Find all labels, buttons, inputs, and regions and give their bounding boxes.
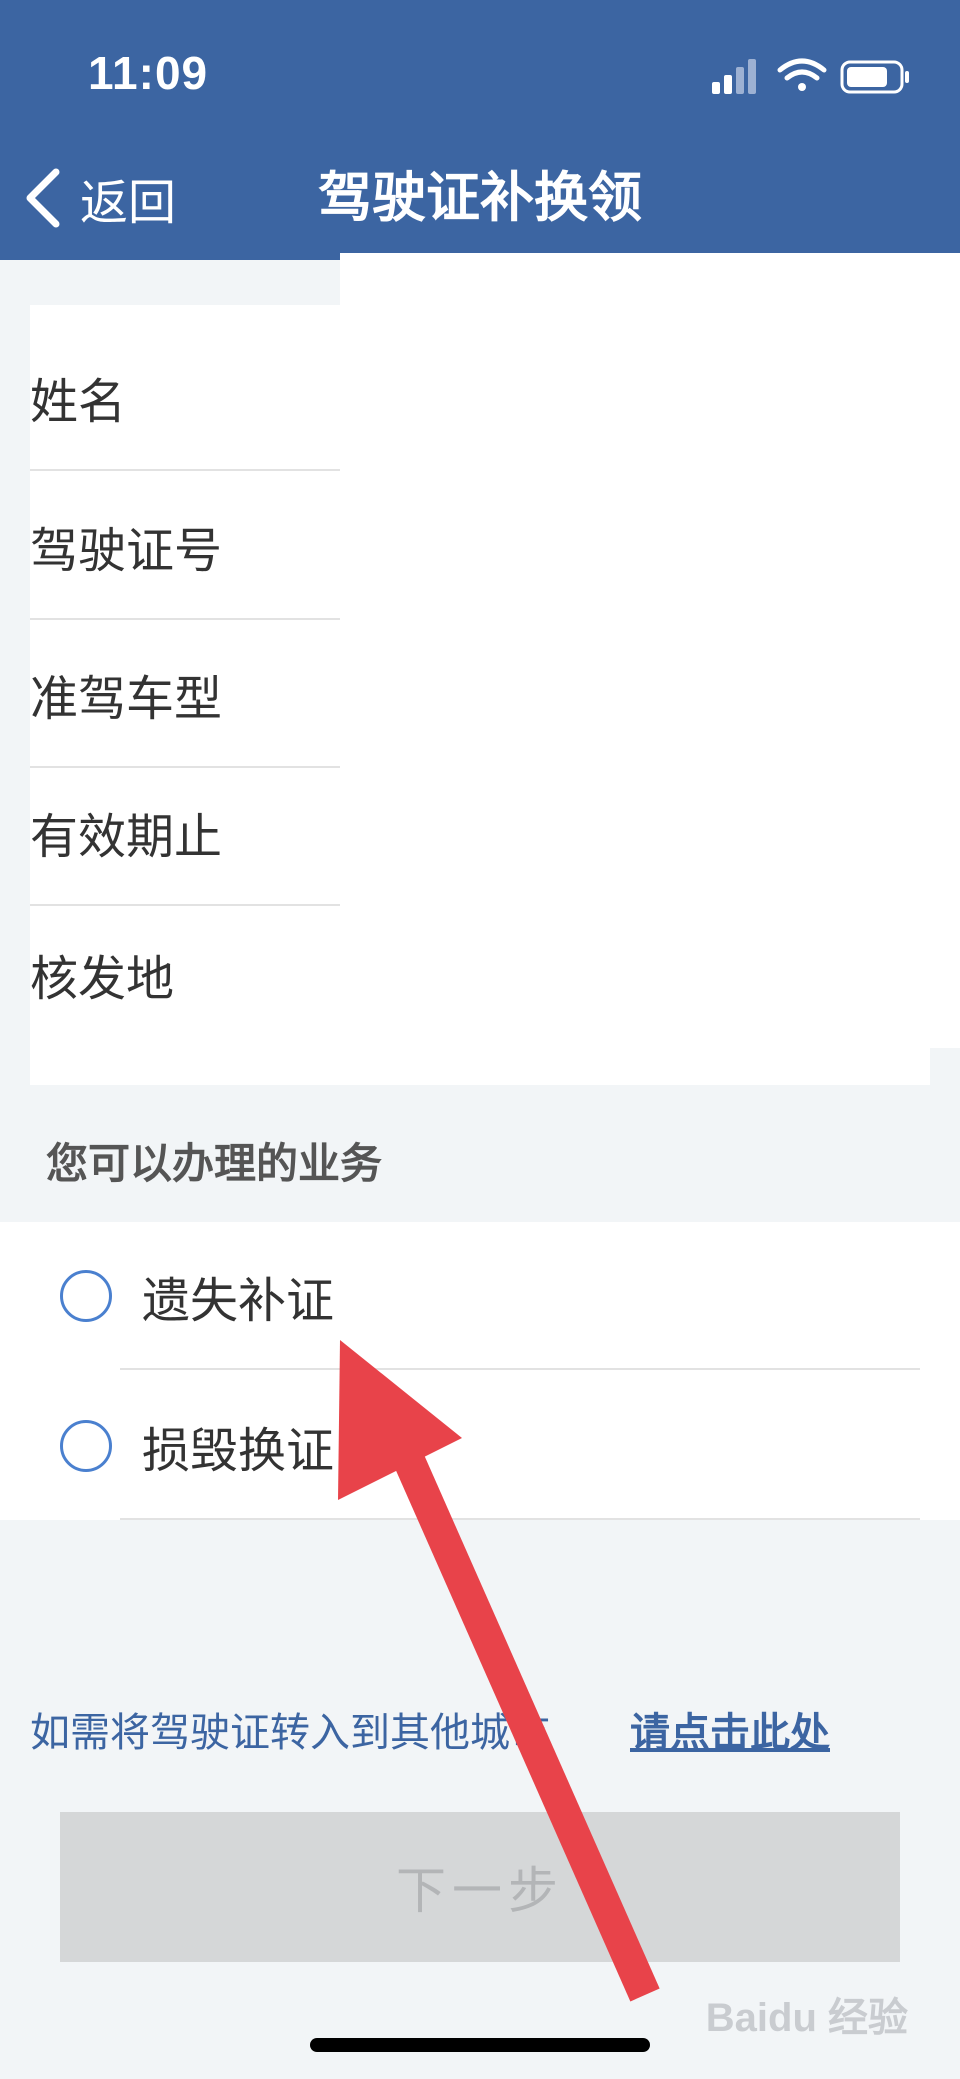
wifi-icon [777, 58, 827, 91]
info-label: 准驾车型 [30, 671, 223, 727]
battery-icon [840, 60, 909, 94]
divider [120, 1518, 920, 1520]
home-indicator [310, 2038, 650, 2052]
option-lost-replacement[interactable]: 遗失补证 [0, 1222, 960, 1370]
option-damaged-replacement[interactable]: 损毁换证 [0, 1372, 960, 1520]
transfer-link[interactable]: 请点击此处 [630, 1700, 830, 1758]
radio-button[interactable] [60, 1420, 112, 1472]
info-label: 姓名 [30, 374, 127, 430]
redaction-overlay [340, 253, 960, 1048]
info-label: 核发地 [30, 951, 175, 1007]
info-label: 有效期止 [30, 809, 223, 865]
status-icons [712, 58, 909, 94]
divider [30, 469, 340, 471]
info-row-valid-until: 有效期止 [30, 758, 340, 906]
transfer-text: 如需将驾驶证转入到其他城市 [30, 1710, 550, 1756]
info-row-issuing-place: 核发地 [30, 900, 340, 1048]
option-label: 遗失补证 [142, 1273, 335, 1329]
info-label: 驾驶证号 [30, 523, 223, 579]
page-title: 驾驶证补换领 [318, 166, 642, 229]
info-row-vehicle-class: 准驾车型 [30, 620, 340, 768]
signal-icon [712, 59, 756, 94]
option-label: 损毁换证 [142, 1423, 335, 1479]
divider [120, 1368, 920, 1370]
service-options: 遗失补证 损毁换证 [0, 1222, 960, 1520]
info-row-license-number: 驾驶证号 [30, 472, 340, 620]
nav-header: 11:09 返回 驾驶证补换领 [0, 0, 960, 260]
watermark: Baidu 经验 [705, 1996, 908, 2040]
next-button[interactable]: 下一步 [60, 1812, 900, 1962]
section-title: 您可以办理的业务 [46, 1139, 383, 1188]
info-row-name: 姓名 [30, 323, 340, 471]
radio-button[interactable] [60, 1270, 112, 1322]
status-time: 11:09 [88, 47, 209, 99]
